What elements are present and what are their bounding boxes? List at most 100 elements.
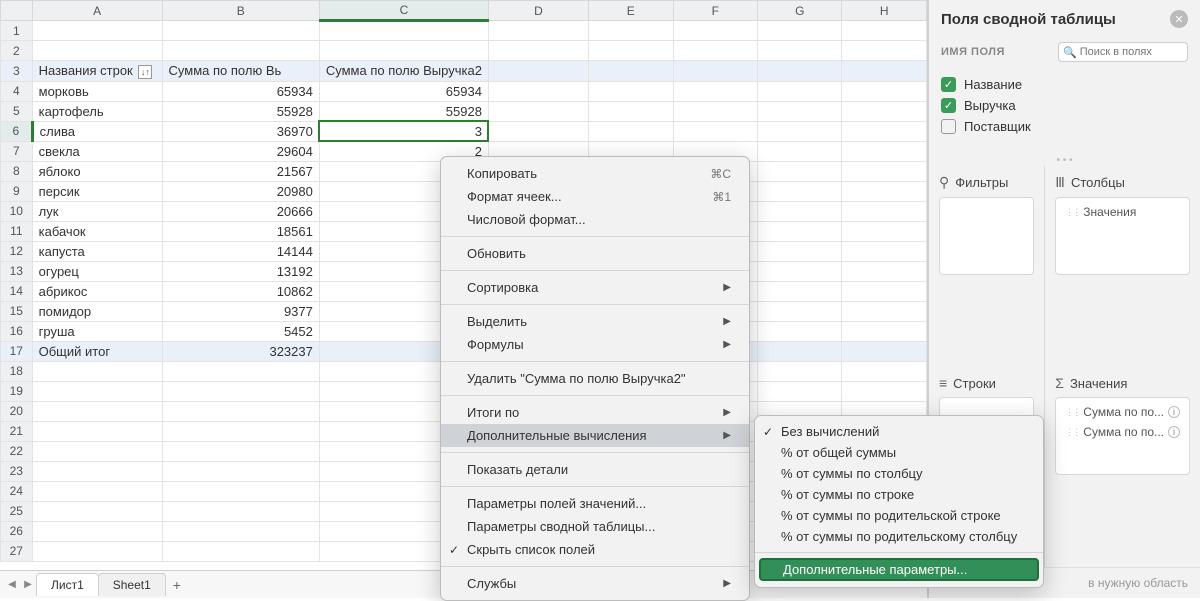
zone-filters[interactable]: ⚲Фильтры — [929, 166, 1045, 367]
cell[interactable] — [673, 21, 757, 41]
cell[interactable] — [488, 121, 588, 141]
field-search-box[interactable]: 🔍 — [1058, 42, 1188, 62]
cell[interactable] — [842, 141, 927, 161]
cell[interactable] — [842, 381, 927, 401]
cell[interactable]: 13192 — [162, 261, 319, 281]
cell[interactable] — [758, 41, 842, 61]
cell[interactable] — [32, 481, 162, 501]
row-header-20[interactable]: 20 — [1, 401, 33, 421]
cell[interactable] — [673, 101, 757, 121]
row-header-16[interactable]: 16 — [1, 321, 33, 341]
cell[interactable]: 5452 — [162, 321, 319, 341]
menu-format-cells[interactable]: Формат ячеек...⌘1 — [441, 185, 749, 208]
cell[interactable] — [162, 41, 319, 61]
menu-show-values-as[interactable]: Дополнительные вычисления▶ — [441, 424, 749, 447]
menu-number-format[interactable]: Числовой формат... — [441, 208, 749, 231]
row-header-4[interactable]: 4 — [1, 81, 33, 101]
checkbox[interactable]: ✓ — [941, 77, 956, 92]
cell[interactable] — [488, 101, 588, 121]
cell[interactable]: Общий итог — [32, 341, 162, 361]
submenu-pct-parent-row[interactable]: % от суммы по родительской строке — [755, 505, 1043, 526]
menu-formulas[interactable]: Формулы▶ — [441, 333, 749, 356]
cell[interactable] — [162, 461, 319, 481]
zone-pill[interactable]: ⋮⋮Сумма по по...i — [1060, 422, 1185, 442]
cell[interactable] — [589, 61, 673, 82]
cell[interactable]: яблоко — [32, 161, 162, 181]
cell[interactable]: 14144 — [162, 241, 319, 261]
cell[interactable] — [589, 41, 673, 61]
filter-dropdown-icon[interactable]: ↓↑ — [138, 65, 152, 79]
cell[interactable]: 65934 — [319, 81, 488, 101]
field-row[interactable]: ✓Выручка — [941, 95, 1188, 116]
cell[interactable] — [589, 81, 673, 101]
cell[interactable] — [758, 381, 842, 401]
cell[interactable] — [673, 61, 757, 82]
submenu-no-calculation[interactable]: Без вычислений — [755, 421, 1043, 442]
col-header-B[interactable]: B — [162, 1, 319, 21]
cell[interactable]: 65934 — [162, 81, 319, 101]
row-header-13[interactable]: 13 — [1, 261, 33, 281]
cell[interactable] — [319, 41, 488, 61]
row-header-22[interactable]: 22 — [1, 441, 33, 461]
cell[interactable]: слива — [32, 121, 162, 141]
cell[interactable] — [842, 161, 927, 181]
menu-sort[interactable]: Сортировка▶ — [441, 276, 749, 299]
cell[interactable]: морковь — [32, 81, 162, 101]
cell[interactable] — [673, 41, 757, 61]
cell[interactable] — [842, 241, 927, 261]
row-header-1[interactable]: 1 — [1, 21, 33, 41]
cell[interactable] — [488, 21, 588, 41]
cell[interactable] — [32, 541, 162, 561]
select-all-corner[interactable] — [1, 1, 33, 21]
submenu-pct-grand-total[interactable]: % от общей суммы — [755, 442, 1043, 463]
cell[interactable] — [758, 21, 842, 41]
cell[interactable] — [673, 121, 757, 141]
field-row[interactable]: ✓Название — [941, 74, 1188, 95]
cell[interactable] — [842, 301, 927, 321]
menu-hide-field-list[interactable]: Скрыть список полей — [441, 538, 749, 561]
cell[interactable]: Сумма по полю Вь — [162, 61, 319, 82]
cell[interactable]: 36970 — [162, 121, 319, 141]
cell[interactable] — [319, 21, 488, 41]
menu-select[interactable]: Выделить▶ — [441, 310, 749, 333]
cell[interactable] — [32, 461, 162, 481]
cell[interactable] — [758, 221, 842, 241]
cell[interactable] — [32, 421, 162, 441]
menu-refresh[interactable]: Обновить — [441, 242, 749, 265]
cell[interactable] — [162, 401, 319, 421]
sheet-tab-active[interactable]: Лист1 — [36, 573, 99, 596]
columns-dropzone[interactable]: ⋮⋮Значения — [1055, 197, 1190, 275]
cell[interactable] — [842, 121, 927, 141]
cell[interactable] — [758, 101, 842, 121]
cell[interactable] — [842, 221, 927, 241]
cell[interactable]: 55928 — [162, 101, 319, 121]
cell[interactable] — [842, 261, 927, 281]
tab-next-icon[interactable]: ▶ — [20, 577, 36, 593]
row-header-24[interactable]: 24 — [1, 481, 33, 501]
row-header-11[interactable]: 11 — [1, 221, 33, 241]
row-header-3[interactable]: 3 — [1, 61, 33, 82]
row-header-9[interactable]: 9 — [1, 181, 33, 201]
filters-dropzone[interactable] — [939, 197, 1034, 275]
row-header-19[interactable]: 19 — [1, 381, 33, 401]
cell[interactable]: огурец — [32, 261, 162, 281]
row-header-15[interactable]: 15 — [1, 301, 33, 321]
row-header-26[interactable]: 26 — [1, 521, 33, 541]
cell[interactable] — [758, 161, 842, 181]
cell[interactable]: 20666 — [162, 201, 319, 221]
cell[interactable] — [162, 441, 319, 461]
cell[interactable] — [758, 61, 842, 82]
cell[interactable] — [758, 361, 842, 381]
close-icon[interactable]: ✕ — [1170, 10, 1188, 28]
menu-remove-field[interactable]: Удалить "Сумма по полю Выручка2" — [441, 367, 749, 390]
cell[interactable] — [32, 521, 162, 541]
col-header-G[interactable]: G — [758, 1, 842, 21]
cell[interactable] — [162, 521, 319, 541]
cell[interactable] — [758, 201, 842, 221]
cell[interactable] — [162, 501, 319, 521]
col-header-A[interactable]: A — [32, 1, 162, 21]
search-input[interactable] — [1080, 46, 1183, 58]
row-header-2[interactable]: 2 — [1, 41, 33, 61]
cell[interactable]: картофель — [32, 101, 162, 121]
cell[interactable] — [162, 381, 319, 401]
